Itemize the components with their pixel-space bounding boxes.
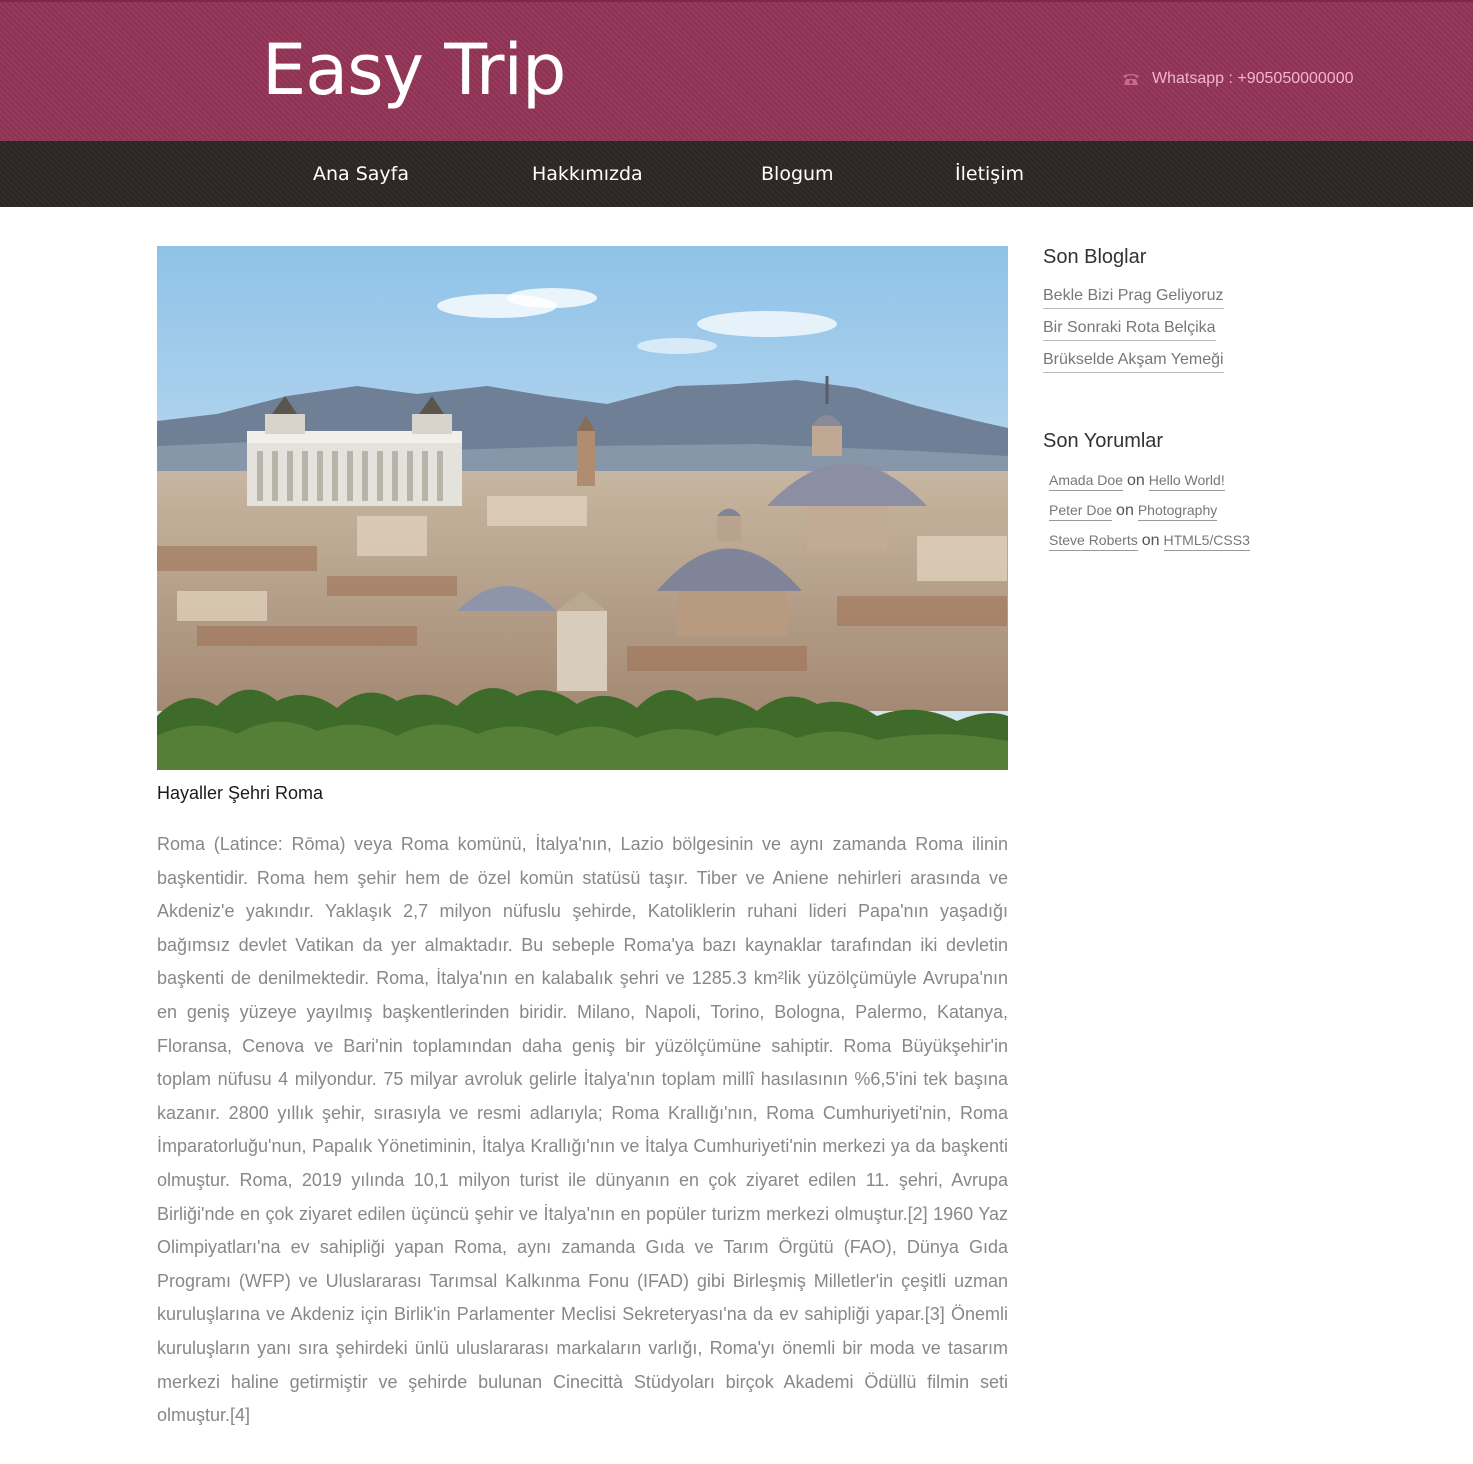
phone-icon [1120,68,1142,90]
nav-item-blogum[interactable]: Blogum [761,161,834,187]
comment-post-link[interactable]: Photography [1137,502,1218,521]
whatsapp-number: Whatsapp : +905050000000 [1152,70,1354,87]
comment-post-link[interactable]: HTML5/CSS3 [1163,532,1250,551]
whatsapp-contact[interactable]: Whatsapp : +905050000000 [1120,68,1354,90]
article-body: Roma (Latince: Rōma) veya Roma komünü, İ… [157,834,1008,1426]
site-logo[interactable]: Easy Trip [262,28,566,112]
image-caption: Hayaller Şehri Roma [157,783,324,803]
site-header: Easy Trip Whatsapp : +905050000000 [0,0,1473,141]
comment-author-link[interactable]: Steve Roberts [1049,532,1138,551]
comment-row: Steve Roberts on HTML5/CSS3 [1049,532,1250,551]
comment-author-link[interactable]: Amada Doe [1049,472,1123,491]
blog-link-prag[interactable]: Bekle Bizi Prag Geliyoruz [1043,287,1224,309]
comment-post-link[interactable]: Hello World! [1148,472,1225,491]
main-nav: Ana Sayfa Hakkımızda Blogum İletişim [0,141,1473,207]
nav-item-iletisim[interactable]: İletişim [955,161,1024,187]
comment-on-text: on [1141,532,1160,549]
recent-comments-title: Son Yorumlar [1043,430,1164,452]
comment-author-link[interactable]: Peter Doe [1049,502,1113,521]
comment-on-text: on [1126,472,1145,489]
blog-link-belcika[interactable]: Bir Sonraki Rota Belçika [1043,319,1216,341]
comment-row: Peter Doe on Photography [1049,502,1218,521]
blog-link-bruksel[interactable]: Brükselde Akşam Yemeği [1043,351,1224,373]
comment-on-text: on [1116,502,1134,519]
comment-row: Amada Doe on Hello World! [1049,472,1225,491]
nav-item-ana-sayfa[interactable]: Ana Sayfa [313,161,409,187]
rome-skyline-image [157,246,1008,770]
nav-item-hakkimizda[interactable]: Hakkımızda [532,161,643,187]
recent-blogs-title: Son Bloglar [1043,246,1147,268]
